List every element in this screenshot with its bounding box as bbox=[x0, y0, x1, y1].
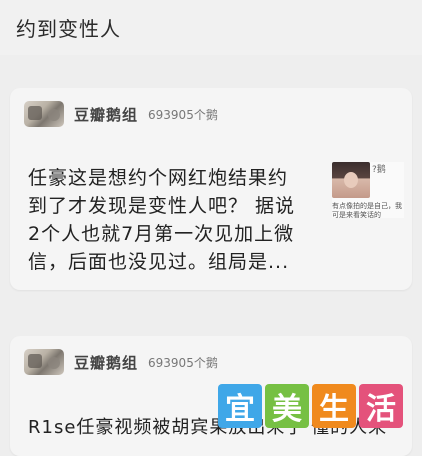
watermark-char: 生 bbox=[312, 384, 356, 428]
post-thumbnail[interactable]: ?鹅 有点像拍的是自己，我可是来看笑话的 bbox=[332, 162, 404, 219]
post-meta: 豆瓣鹅组 693905个鹅 bbox=[24, 100, 218, 128]
post-card[interactable]: 豆瓣鹅组 693905个鹅 任豪这是想约个网红炮结果约到了才发现是变性人吧？ 据… bbox=[10, 88, 412, 290]
post-title[interactable]: 任豪这是想约个网红炮结果约到了才发现是变性人吧？ 据说2个人也就7月第一次见加上… bbox=[28, 164, 298, 276]
group-name[interactable]: 豆瓣鹅组 bbox=[74, 352, 138, 373]
page-title: 约到变性人 bbox=[16, 17, 121, 41]
group-avatar[interactable] bbox=[24, 349, 64, 375]
top-bar: 约到变性人 bbox=[0, 0, 422, 55]
watermark-char: 宜 bbox=[218, 384, 262, 428]
post-meta: 豆瓣鹅组 693905个鹅 bbox=[24, 348, 218, 376]
member-count: 693905个鹅 bbox=[148, 355, 218, 370]
group-name[interactable]: 豆瓣鹅组 bbox=[74, 104, 138, 125]
member-count: 693905个鹅 bbox=[148, 107, 218, 122]
thumbnail-image bbox=[332, 162, 370, 198]
group-avatar[interactable] bbox=[24, 101, 64, 127]
thumbnail-badge: ?鹅 bbox=[372, 165, 386, 175]
watermark-char: 美 bbox=[265, 384, 309, 428]
watermark-char: 活 bbox=[359, 384, 403, 428]
thumbnail-caption: 有点像拍的是自己，我可是来看笑话的 bbox=[332, 202, 402, 219]
watermark-logo: 宜 美 生 活 bbox=[218, 384, 403, 428]
